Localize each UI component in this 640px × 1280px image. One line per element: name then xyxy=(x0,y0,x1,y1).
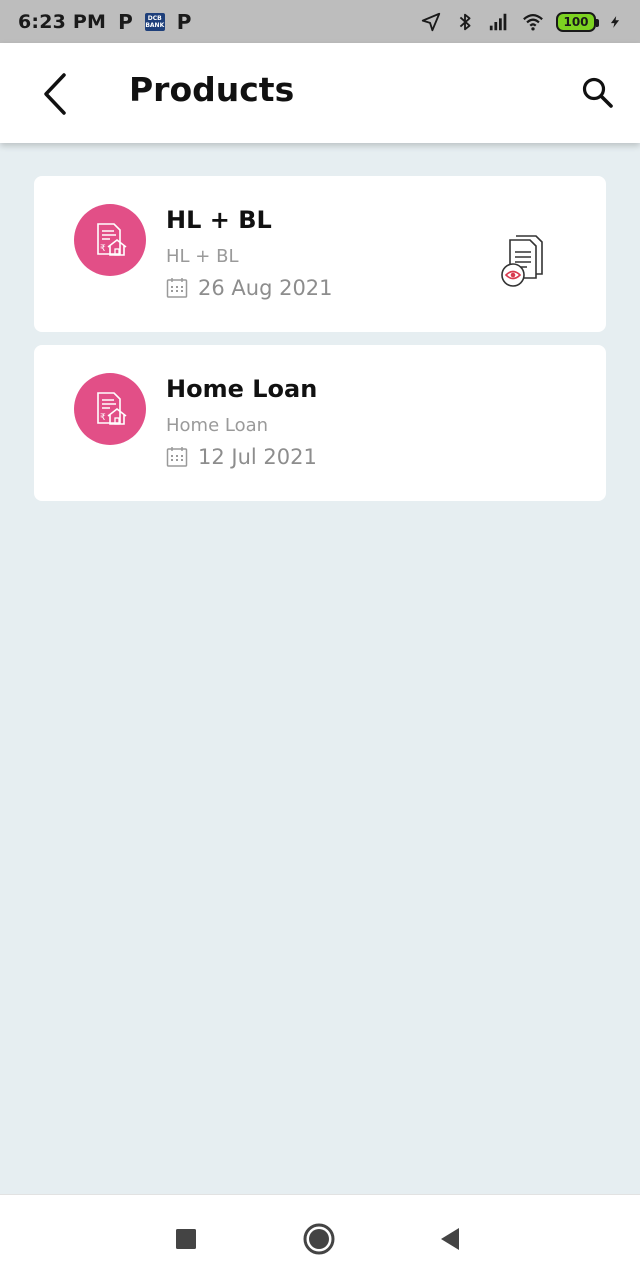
wifi-icon xyxy=(523,13,543,31)
system-back-button[interactable] xyxy=(430,1219,470,1259)
notification-p-icon: P xyxy=(118,9,133,34)
svg-text:₹: ₹ xyxy=(100,413,106,423)
status-bar-right: 100 xyxy=(420,11,622,33)
home-loan-document-icon: ₹ xyxy=(97,392,127,425)
location-icon xyxy=(421,12,441,31)
product-subtitle: Home Loan xyxy=(166,415,269,436)
product-avatar: ₹ xyxy=(74,204,146,276)
home-button[interactable] xyxy=(299,1219,339,1259)
system-nav-bar xyxy=(0,1194,640,1280)
product-date: 26 Aug 2021 xyxy=(198,276,333,300)
bluetooth-icon xyxy=(459,13,471,30)
signal-icon xyxy=(489,13,507,30)
status-bar-left: 6:23 PM P DCB BANK P xyxy=(18,10,191,34)
back-arrow-icon xyxy=(44,73,66,115)
product-card[interactable]: ₹ HL + BL HL + BL 26 Aug 2021 xyxy=(34,176,606,332)
product-date-row: 12 Jul 2021 xyxy=(166,445,317,469)
product-title: HL + BL xyxy=(166,206,272,234)
calendar-icon xyxy=(166,447,188,467)
bank-notification-icon: DCB BANK xyxy=(144,12,165,31)
product-avatar: ₹ xyxy=(74,373,146,445)
calendar-icon xyxy=(166,278,188,298)
product-subtitle: HL + BL xyxy=(166,246,239,267)
status-time: 6:23 PM xyxy=(18,10,107,33)
search-button[interactable] xyxy=(576,71,620,115)
notification-p-icon-2: P xyxy=(176,9,192,34)
status-bar: 6:23 PM P DCB BANK P 100 xyxy=(0,0,640,43)
document-view-icon xyxy=(501,235,543,287)
charging-icon xyxy=(610,15,620,28)
product-date: 12 Jul 2021 xyxy=(198,445,317,469)
home-loan-document-icon: ₹ xyxy=(97,223,127,256)
battery-icon: 100 xyxy=(556,11,599,32)
back-button[interactable] xyxy=(30,67,80,121)
product-list: ₹ HL + BL HL + BL 26 Aug 2021 ₹ Home Loa… xyxy=(34,176,606,514)
search-icon xyxy=(582,77,613,108)
svg-text:₹: ₹ xyxy=(100,244,106,254)
page-title: Products xyxy=(129,70,295,109)
product-card[interactable]: ₹ Home Loan Home Loan 12 Jul 2021 xyxy=(34,345,606,501)
back-triangle-icon xyxy=(441,1228,459,1250)
app-bar: Products xyxy=(0,43,640,143)
recents-square-icon xyxy=(176,1229,196,1249)
battery-level: 100 xyxy=(563,14,589,29)
view-documents-button[interactable] xyxy=(500,234,552,290)
home-circle-icon xyxy=(303,1223,335,1255)
product-date-row: 26 Aug 2021 xyxy=(166,276,333,300)
product-title: Home Loan xyxy=(166,375,318,403)
recents-button[interactable] xyxy=(166,1219,206,1259)
